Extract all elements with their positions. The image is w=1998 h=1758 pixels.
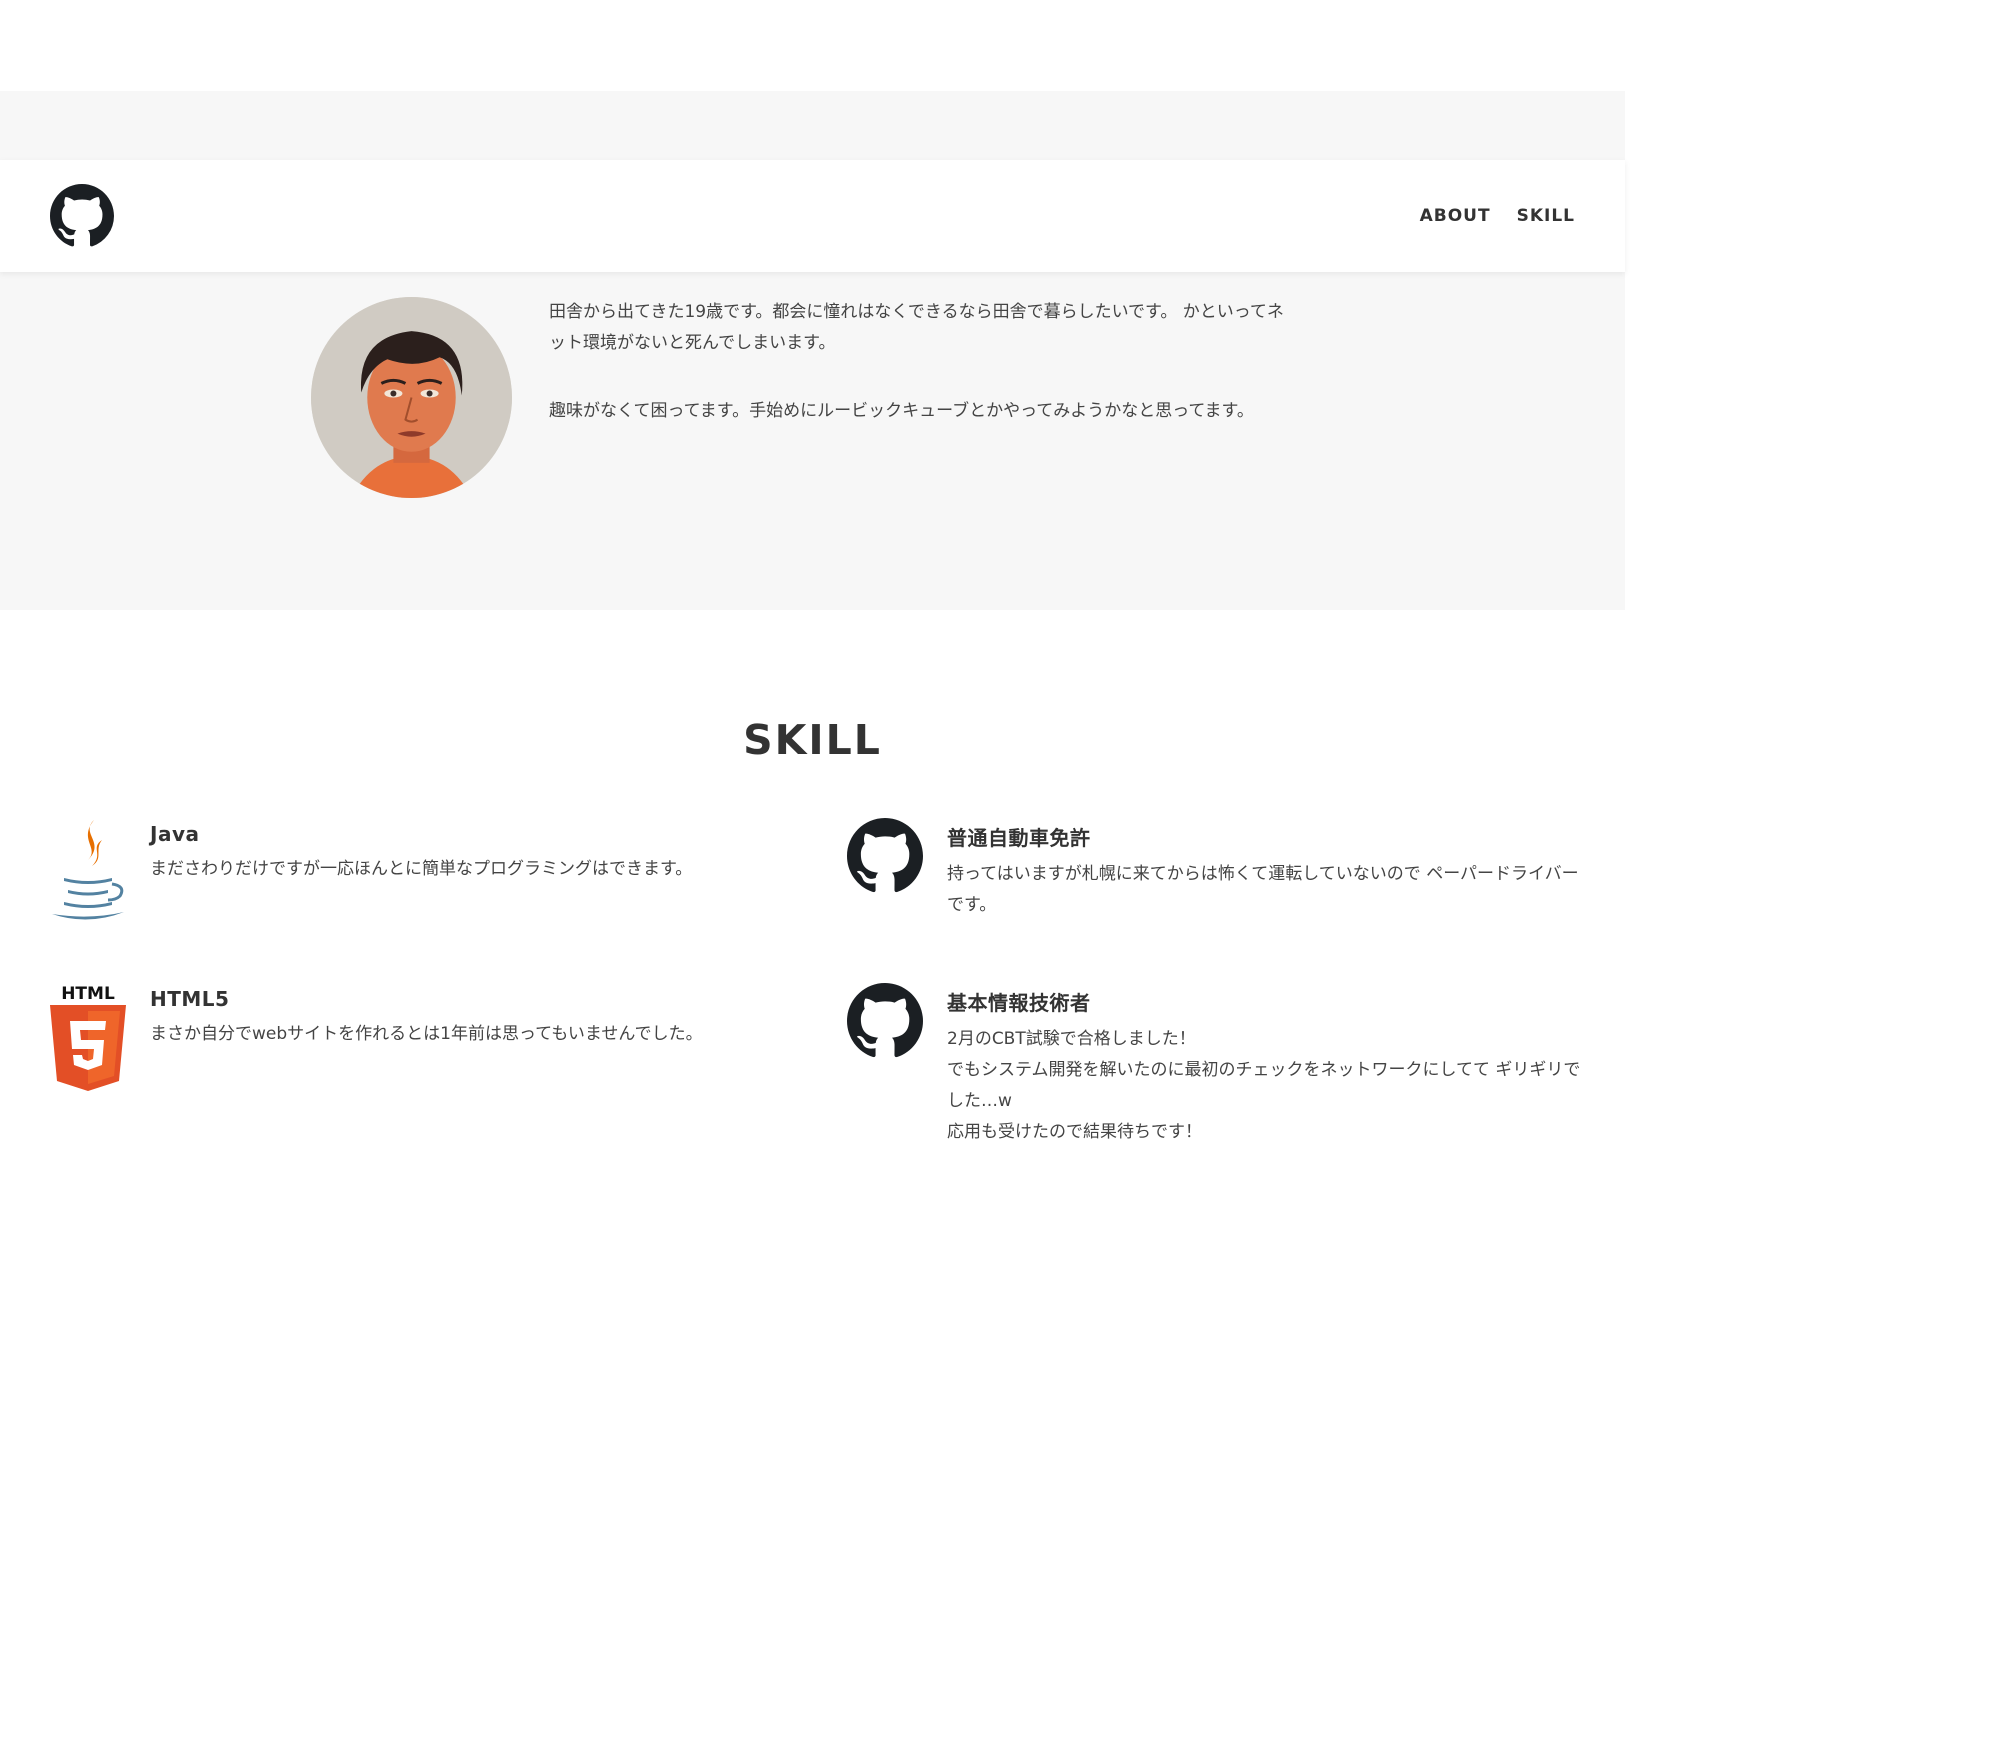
main-nav: ABOUT SKILL	[1420, 160, 1575, 272]
site-header: ABOUT SKILL	[0, 160, 1625, 272]
about-text: 田舎から出てきた19歳です。都会に憧れはなくできるなら田舎で暮らしたいです。 か…	[549, 297, 1299, 464]
html5-icon: HTML	[50, 983, 126, 1091]
github-octocat-icon[interactable]	[50, 184, 114, 248]
html5-icon-label: HTML	[61, 984, 115, 1004]
avatar	[311, 297, 512, 498]
skill-title: SKILL	[743, 716, 882, 764]
skill-body: 普通自動車免許 持ってはいますが札幌に来てからは怖くて運転していないので ペーパ…	[947, 822, 1587, 921]
nav-about[interactable]: ABOUT	[1420, 206, 1491, 226]
skill-desc: 2月のCBT試験で合格しました！ でもシステム開発を解いたのに最初のチェックをネ…	[947, 1024, 1587, 1148]
github-octocat-icon	[847, 818, 923, 924]
nav-skill[interactable]: SKILL	[1517, 206, 1575, 226]
java-icon	[50, 818, 126, 924]
about-paragraph: 田舎から出てきた19歳です。都会に憧れはなくできるなら田舎で暮らしたいです。 か…	[549, 302, 1284, 353]
skill-desc-line: まださわりだけですが一応ほんとに簡単なプログラミングはできます。	[150, 859, 693, 879]
skill-name: 普通自動車免許	[947, 826, 1091, 850]
skill-body: 基本情報技術者 2月のCBT試験で合格しました！ でもシステム開発を解いたのに最…	[947, 987, 1587, 1148]
skill-desc: まださわりだけですが一応ほんとに簡単なプログラミングはできます。	[150, 854, 790, 885]
skill-name: HTML5	[150, 987, 230, 1011]
github-octocat-icon	[847, 983, 923, 1089]
skill-name: 基本情報技術者	[947, 991, 1091, 1015]
skill-body: Java まださわりだけですが一応ほんとに簡単なプログラミングはできます。	[150, 822, 790, 885]
portrait-avatar	[311, 297, 512, 498]
skill-desc: 持ってはいますが札幌に来てからは怖くて運転していないので ペーパードライバーです…	[947, 859, 1587, 921]
skill-desc-line: まさか自分でwebサイトを作れるとは1年前は思ってもいませんでした。	[150, 1024, 703, 1044]
skill-desc-line: でもシステム開発を解いたのに最初のチェックをネットワークにしてて ギリギリでした…	[947, 1060, 1581, 1111]
skill-name: Java	[150, 822, 200, 846]
about-paragraph: 趣味がなくて困ってます。手始めにルービックキューブとかやってみようかなと思ってま…	[549, 401, 1254, 421]
skill-body: HTML5 まさか自分でwebサイトを作れるとは1年前は思ってもいませんでした。	[150, 987, 790, 1050]
skill-desc-line: 応用も受けたので結果待ちです！	[947, 1122, 1202, 1142]
skill-desc-line: 持ってはいますが札幌に来てからは怖くて運転していないので ペーパードライバーです…	[947, 864, 1579, 915]
page: ABOUT SKILL 田舎から出てきた19歳です。都会に憧れはなくできるなら田…	[0, 0, 1998, 1758]
skill-desc-line: 2月のCBT試験で合格しました！	[947, 1029, 1196, 1049]
skill-desc: まさか自分でwebサイトを作れるとは1年前は思ってもいませんでした。	[150, 1019, 790, 1050]
